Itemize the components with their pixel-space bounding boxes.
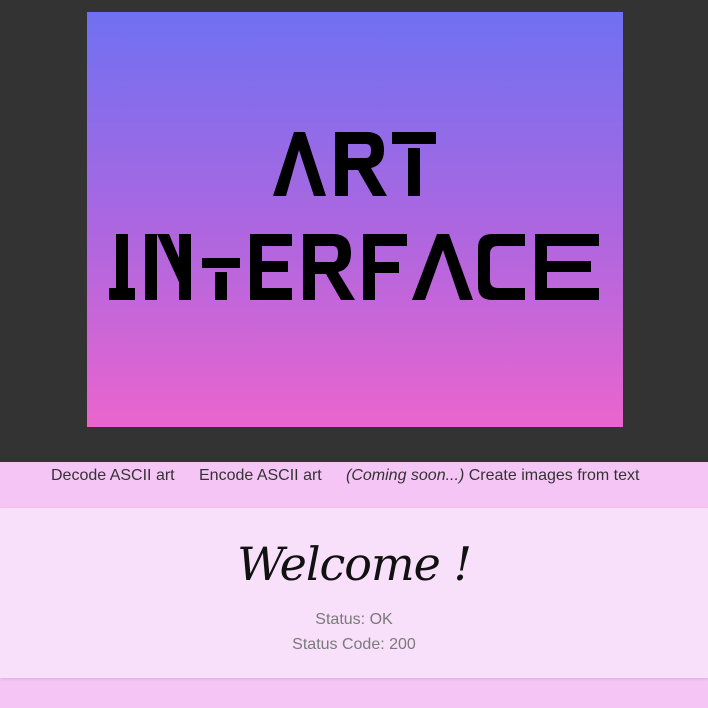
status-code-label: Status Code:: [292, 636, 385, 653]
nav-decode-ascii-art[interactable]: Decode ASCII art: [51, 466, 175, 486]
header-bar: [0, 0, 708, 462]
art-interface-logo: [87, 12, 623, 427]
logo-lettering: [109, 132, 599, 300]
status-label: Status:: [315, 611, 366, 628]
welcome-heading: Welcome !: [237, 537, 472, 591]
nav-encode-ascii-art[interactable]: Encode ASCII art: [199, 466, 322, 486]
status-value: OK: [369, 611, 393, 628]
create-images-label: Create images from text: [468, 467, 640, 484]
logo-word-interface: [109, 234, 599, 300]
logo-word-art: [273, 132, 436, 196]
main-nav: Decode ASCII art Encode ASCII art (Comin…: [0, 462, 708, 508]
status-code-text: Status Code: 200: [0, 635, 708, 655]
status-code-value: 200: [389, 636, 416, 653]
coming-soon-note: (Coming soon...): [346, 467, 465, 484]
welcome-card: Welcome ! Status: OK Status Code: 200: [0, 508, 708, 678]
nav-create-images-from-text[interactable]: (Coming soon...) Create images from text: [346, 466, 639, 486]
status-text: Status: OK: [0, 610, 708, 630]
